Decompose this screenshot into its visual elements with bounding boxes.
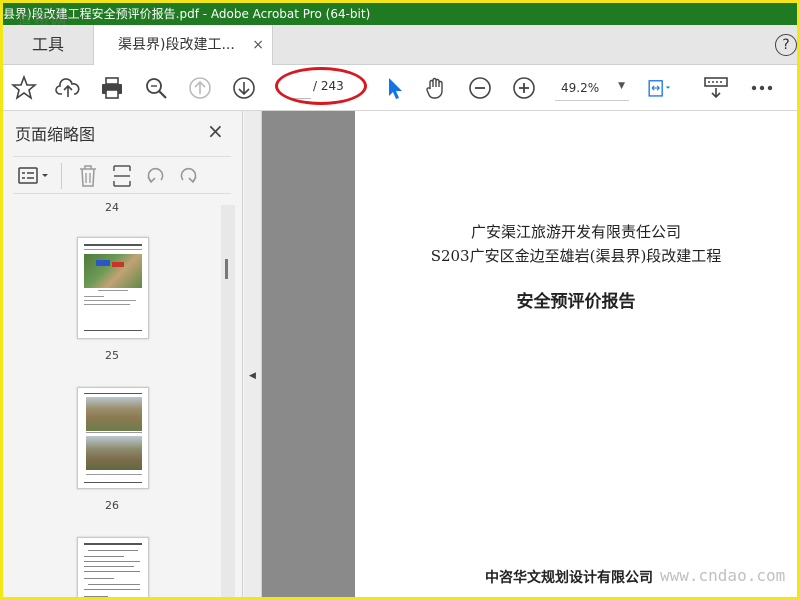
thumbnail-page-27[interactable] bbox=[77, 537, 149, 597]
more-options-icon[interactable] bbox=[749, 75, 775, 101]
thumbnail-options-icon[interactable] bbox=[17, 165, 51, 187]
delete-page-icon[interactable] bbox=[77, 163, 99, 189]
zoom-value: 49.2% bbox=[561, 81, 600, 95]
document-client: 广安渠江旅游开发有限责任公司 bbox=[470, 223, 681, 241]
thumbnail-page-26[interactable] bbox=[77, 387, 149, 489]
star-icon[interactable] bbox=[11, 75, 37, 101]
thumbnail-toolbar bbox=[13, 156, 231, 194]
previous-page-icon[interactable] bbox=[187, 75, 213, 101]
tab-tools[interactable]: 工具 bbox=[3, 25, 93, 65]
document-viewer[interactable]: 广安渠江旅游开发有限责任公司 S203广安区金边至雄岩(渠县界)段改建工程 安全… bbox=[262, 111, 797, 597]
zoom-out-icon[interactable] bbox=[467, 75, 493, 101]
tab-document[interactable]: 渠县界)段改建工... × bbox=[93, 25, 273, 66]
panel-title: 页面缩略图 bbox=[15, 125, 96, 144]
select-cursor-icon[interactable] bbox=[381, 75, 407, 101]
print-icon[interactable] bbox=[99, 75, 125, 101]
hand-tool-icon[interactable] bbox=[423, 75, 449, 101]
red-annotation-ellipse bbox=[275, 67, 367, 105]
rotate-right-icon[interactable] bbox=[177, 165, 199, 187]
thumbnail-number: 25 bbox=[105, 349, 119, 362]
panel-close-icon[interactable]: × bbox=[207, 119, 224, 143]
thumbnail-page-25[interactable] bbox=[77, 237, 149, 339]
insert-page-icon[interactable] bbox=[111, 163, 133, 189]
page-thumbnails-panel: 页面缩略图 × 24 25 26 bbox=[3, 111, 243, 597]
panel-collapse-handle[interactable]: ◀ bbox=[244, 111, 262, 597]
acrobat-window: 县界)段改建工程安全预评价报告.pdf - Adobe Acrobat Pro … bbox=[3, 3, 797, 597]
help-icon[interactable]: ? bbox=[775, 34, 797, 56]
thumbnail-number: 24 bbox=[105, 201, 119, 214]
tab-bar: 工具 渠县界)段改建工... × ? bbox=[3, 25, 797, 66]
tab-document-label: 渠县界)段改建工... bbox=[118, 37, 235, 53]
chevron-down-icon: ▼ bbox=[618, 81, 625, 91]
read-mode-icon[interactable] bbox=[703, 75, 729, 101]
document-project: S203广安区金边至雄岩(渠县界)段改建工程 bbox=[430, 247, 722, 265]
watermark-bottom: www.cndao.com bbox=[660, 566, 786, 585]
thumbnails-scrollbar[interactable] bbox=[221, 205, 235, 597]
collapse-arrow-icon: ◀ bbox=[249, 371, 256, 381]
scrollbar-thumb[interactable] bbox=[225, 259, 228, 279]
main-toolbar: / 243 49.2% ▼ bbox=[3, 65, 797, 111]
tab-close-icon[interactable]: × bbox=[252, 25, 264, 65]
window-title-bar: 县界)段改建工程安全预评价报告.pdf - Adobe Acrobat Pro … bbox=[3, 3, 797, 25]
document-title: 安全预评价报告 bbox=[516, 292, 636, 312]
document-company: 中咨华文规划设计有限公司 bbox=[485, 570, 653, 586]
zoom-select[interactable]: 49.2% ▼ bbox=[555, 75, 629, 101]
toolbar-divider bbox=[61, 163, 62, 189]
search-icon[interactable] bbox=[143, 75, 169, 101]
rotate-left-icon[interactable] bbox=[145, 165, 167, 187]
next-page-icon[interactable] bbox=[231, 75, 257, 101]
thumbnail-number: 26 bbox=[105, 499, 119, 512]
cloud-upload-icon[interactable] bbox=[55, 75, 81, 101]
document-page: 广安渠江旅游开发有限责任公司 S203广安区金边至雄岩(渠县界)段改建工程 安全… bbox=[355, 111, 797, 597]
zoom-in-icon[interactable] bbox=[511, 75, 537, 101]
fit-page-icon[interactable] bbox=[647, 75, 673, 101]
thumbnails-list: 24 25 26 bbox=[3, 197, 221, 597]
